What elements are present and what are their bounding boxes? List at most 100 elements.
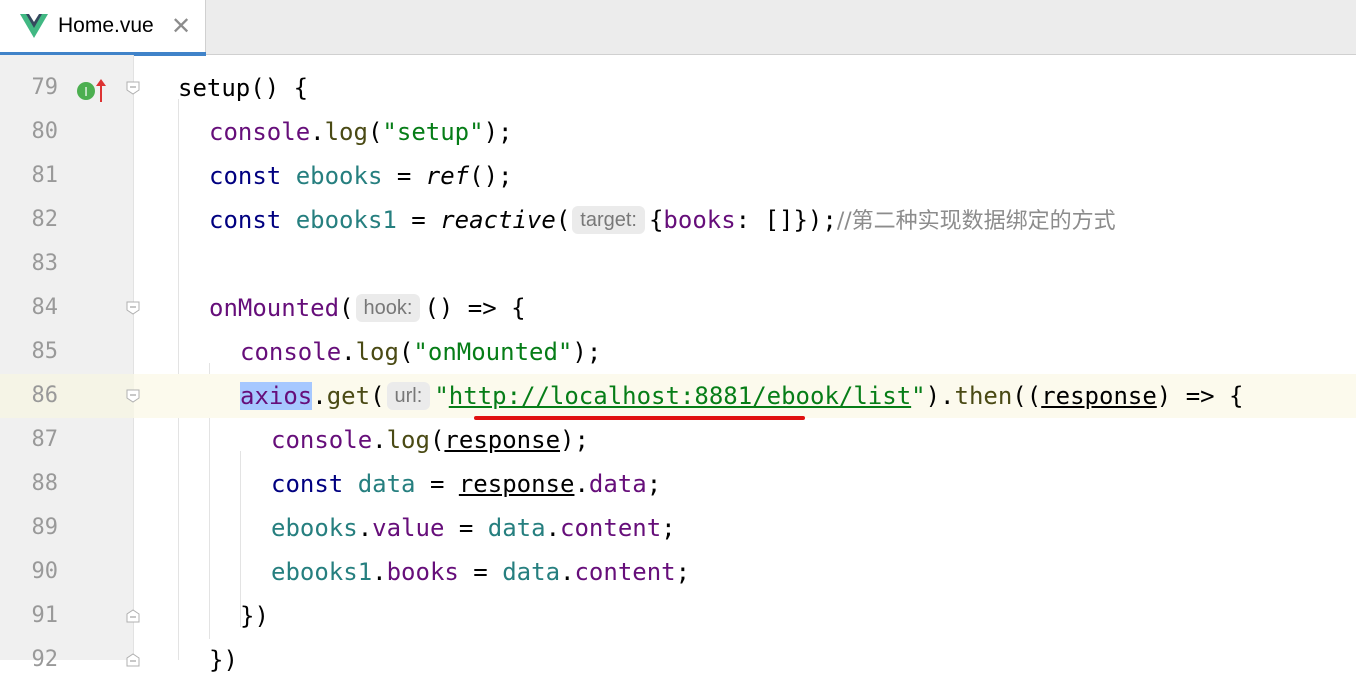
code-text: console.log(response); bbox=[271, 426, 589, 454]
token: "setup" bbox=[382, 118, 484, 146]
token: ( bbox=[367, 118, 383, 146]
token: ); bbox=[572, 338, 602, 366]
token: . bbox=[560, 558, 575, 586]
token: response bbox=[444, 426, 561, 454]
token: get bbox=[326, 382, 371, 410]
code-text: }) bbox=[209, 646, 238, 674]
code-text: console.log("onMounted"); bbox=[240, 338, 601, 366]
code-text: ebooks1.books = data.content; bbox=[271, 558, 690, 586]
url-link[interactable]: http://localhost:8881/ebook/list bbox=[449, 382, 911, 410]
token: log bbox=[355, 338, 399, 366]
line-number: 79 bbox=[31, 75, 59, 100]
code-line-85: 85 console.log("onMounted"); bbox=[0, 330, 1356, 374]
token: ( bbox=[398, 338, 414, 366]
token: . bbox=[341, 338, 356, 366]
line-number: 90 bbox=[31, 559, 59, 584]
token: . bbox=[372, 558, 387, 586]
code-line-84: 84 onMounted(hook:() => { bbox=[0, 286, 1356, 330]
code-text: axios.get(url: "http://localhost:8881/ebo… bbox=[240, 382, 1244, 410]
token: ; bbox=[646, 470, 662, 498]
token: books bbox=[663, 206, 736, 234]
token: . bbox=[574, 470, 589, 498]
line-number: 81 bbox=[31, 163, 59, 188]
code-line-partial bbox=[0, 25, 1356, 69]
fold-end-marker-icon[interactable] bbox=[125, 608, 141, 624]
token: ); bbox=[560, 426, 589, 454]
token: log bbox=[386, 426, 430, 454]
code-line-81: 81 const ebooks = ref(); bbox=[0, 154, 1356, 198]
token: ; bbox=[675, 558, 691, 586]
code-text: const data = response.data; bbox=[271, 470, 661, 498]
token: ( bbox=[370, 382, 385, 410]
line-number: 83 bbox=[31, 251, 59, 276]
line-number: 87 bbox=[31, 427, 59, 452]
token: content bbox=[560, 514, 662, 542]
token: log bbox=[324, 118, 368, 146]
token: : []}); bbox=[735, 206, 837, 234]
token: = bbox=[396, 206, 441, 234]
token: = bbox=[458, 558, 503, 586]
code-line-88: 88 const data = response.data; bbox=[0, 462, 1356, 506]
token: () => { bbox=[424, 294, 526, 322]
code-line-89: 89 ebooks.value = data.content; bbox=[0, 506, 1356, 550]
code-line-83: 83 bbox=[0, 242, 1356, 286]
token: onMounted bbox=[209, 294, 340, 322]
parameter-hint-hook: hook: bbox=[355, 294, 421, 322]
red-annotation-underline bbox=[474, 416, 805, 420]
code-line-92: 92 }) bbox=[0, 638, 1356, 682]
implements-up-arrow-icon[interactable]: I bbox=[76, 78, 116, 104]
code-text: const ebooks = ref(); bbox=[209, 162, 512, 190]
line-number: 80 bbox=[31, 119, 59, 144]
token: ). bbox=[925, 382, 955, 410]
token: . bbox=[312, 382, 327, 410]
fold-marker-icon[interactable] bbox=[125, 300, 141, 316]
line-number: 91 bbox=[31, 603, 59, 628]
token: " bbox=[434, 382, 449, 410]
fold-end-marker-icon[interactable] bbox=[125, 652, 141, 668]
line-number: 82 bbox=[31, 207, 59, 232]
line-number: 88 bbox=[31, 471, 59, 496]
token: console bbox=[240, 338, 342, 366]
token: = bbox=[444, 514, 488, 542]
fold-marker-icon[interactable] bbox=[125, 80, 141, 96]
line-number: 84 bbox=[31, 295, 59, 320]
selected-token[interactable]: axios bbox=[240, 382, 313, 410]
token: console bbox=[271, 426, 373, 454]
token: . bbox=[357, 514, 373, 542]
parameter-hint-target: target: bbox=[572, 206, 645, 234]
token: content bbox=[574, 558, 676, 586]
token: const bbox=[271, 470, 344, 498]
code-text: const ebooks1 = reactive(target: {books: … bbox=[209, 206, 1116, 236]
token: ebooks bbox=[295, 162, 383, 190]
code-line-91: 91 }) bbox=[0, 594, 1356, 638]
token: " bbox=[911, 382, 926, 410]
svg-text:I: I bbox=[84, 85, 88, 99]
code-editor[interactable]: 79 setup() { I 80 console.log("setup"); … bbox=[0, 55, 1356, 674]
token: . bbox=[310, 118, 325, 146]
token: = bbox=[415, 470, 459, 498]
token: value bbox=[372, 514, 445, 542]
fold-marker-icon[interactable] bbox=[125, 388, 141, 404]
token: ( bbox=[555, 206, 571, 234]
code-line-87: 87 console.log(response); bbox=[0, 418, 1356, 462]
token: (); bbox=[469, 162, 513, 190]
token: ( bbox=[429, 426, 445, 454]
code-text: onMounted(hook:() => { bbox=[209, 294, 526, 322]
token: ); bbox=[483, 118, 513, 146]
line-number: 85 bbox=[31, 339, 59, 364]
token: ( bbox=[339, 294, 354, 322]
token: . bbox=[372, 426, 387, 454]
code-line-86: 86 axios.get(url: "http://localhost:8881/… bbox=[0, 374, 1356, 418]
token: (( bbox=[1012, 382, 1042, 410]
token: reactive bbox=[440, 206, 556, 234]
code-line-79: 79 setup() { bbox=[0, 66, 1356, 110]
token: console bbox=[209, 118, 311, 146]
token: . bbox=[545, 514, 561, 542]
code-text: }) bbox=[240, 602, 269, 630]
token: ) => { bbox=[1156, 382, 1244, 410]
token: ebooks1 bbox=[271, 558, 373, 586]
line-number: 86 bbox=[31, 383, 59, 408]
code-line-80: 80 console.log("setup"); bbox=[0, 110, 1356, 154]
token: const bbox=[209, 206, 282, 234]
code-text: ebooks.value = data.content; bbox=[271, 514, 676, 542]
